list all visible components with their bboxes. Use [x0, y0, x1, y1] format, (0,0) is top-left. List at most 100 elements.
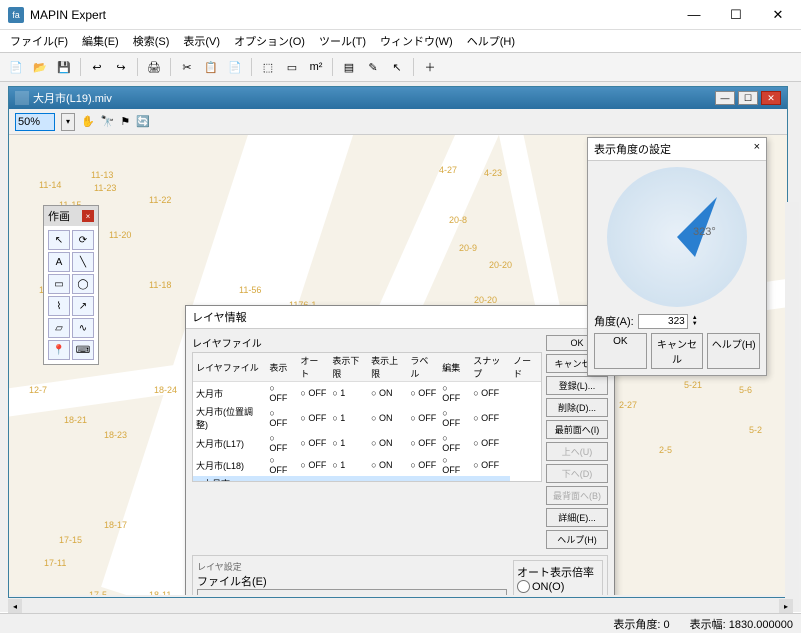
line-tool[interactable]: ╲ [72, 252, 94, 272]
keyboard-tool[interactable]: ⌨ [72, 340, 94, 360]
layer-table[interactable]: レイヤファイル表示オート表示下限表示上限ラベル編集スナップノード 大月市○ OF… [192, 352, 542, 482]
layer-info-dialog: レイヤ情報 × レイヤファイル レイヤファイル表示オート表示下限表示上限ラベル編… [185, 305, 615, 595]
menu-options[interactable]: オプション(O) [228, 30, 311, 52]
hand-icon[interactable]: ✋ [81, 115, 95, 128]
draw-panel: 作画 × ↖ ⟳ A ╲ ▭ ◯ ⌇ ↗ ▱ ∿ 📍 ⌨ [43, 205, 99, 365]
lot-label: 17-11 [44, 558, 66, 568]
lot-label: 11-18 [149, 280, 171, 290]
map-canvas[interactable]: 11-1411-1311-2311-1511-1911-2011-1011-12… [9, 135, 787, 595]
layer-dialog-button[interactable]: 詳細(E)... [546, 508, 608, 527]
layer-row[interactable]: 大月市(L17)○ OFF○ OFF○ 1○ ON○ OFF○ OFF○ OFF [193, 432, 541, 454]
open-icon[interactable]: 📂 [30, 57, 50, 77]
workspace-vscroll[interactable] [785, 202, 799, 612]
main-toolbar: 📄 📂 💾 ↩ ↪ 🖨 ✂ 📋 📄 ⬚ ▭ m² ▤ ✎ ↖ ＋ [0, 52, 801, 82]
angle-spin-down[interactable]: ▼ [692, 321, 698, 327]
menu-edit[interactable]: 編集(E) [76, 30, 125, 52]
curve-tool[interactable]: ∿ [72, 318, 94, 338]
map-hscroll[interactable]: ◂ ▸ [8, 599, 793, 613]
angle-ok-button[interactable]: OK [594, 333, 647, 369]
map-minimize-button[interactable]: — [715, 91, 735, 105]
lot-label: 20-20 [489, 260, 512, 270]
cut-icon[interactable]: ✂ [177, 57, 197, 77]
extent-icon[interactable]: ⬚ [258, 57, 278, 77]
pin-tool[interactable]: 📍 [48, 340, 70, 360]
layer-dialog-button[interactable]: 登録(L)... [546, 376, 608, 395]
lot-label: 11-23 [94, 183, 116, 193]
select-icon[interactable]: ▭ [282, 57, 302, 77]
compass[interactable]: 323° [607, 167, 747, 307]
arrow-tool[interactable]: ↗ [72, 296, 94, 316]
layer-dialog-button[interactable]: 最前面へ(I) [546, 420, 608, 439]
new-icon[interactable]: 📄 [6, 57, 26, 77]
layer-row[interactable]: ▸ 大月市(L19).miv○ ON○ OFF○ 1○ ON○ OFF○ OFF… [193, 476, 541, 482]
angle-help-button[interactable]: ヘルプ(H) [707, 333, 760, 369]
rotate-tool[interactable]: ⟳ [72, 230, 94, 250]
back-icon[interactable]: ↩ [87, 57, 107, 77]
pointer-tool[interactable]: ↖ [48, 230, 70, 250]
scroll-right-icon[interactable]: ▸ [779, 599, 793, 613]
layer-dialog-button[interactable]: 最背面へ(B) [546, 486, 608, 505]
angle-cancel-button[interactable]: キャンセル [651, 333, 704, 369]
lot-label: 17-15 [59, 535, 82, 545]
paste-icon[interactable]: 📄 [225, 57, 245, 77]
lot-label: 5-2 [749, 425, 762, 435]
polyline-tool[interactable]: ⌇ [48, 296, 70, 316]
layer-settings-label: レイヤ設定 [197, 560, 507, 573]
rect-tool[interactable]: ▭ [48, 274, 70, 294]
workspace: 大月市(L19).miv — ☐ ✕ ▾ ✋ 🔭 ⚑ 🔄 11-1411-131… [0, 82, 801, 612]
pointer-icon[interactable]: ↖ [387, 57, 407, 77]
maximize-button[interactable]: ☐ [721, 4, 751, 26]
save-icon[interactable]: 💾 [54, 57, 74, 77]
layer-row[interactable]: 大月市(L18)○ OFF○ OFF○ 1○ ON○ OFF○ OFF○ OFF [193, 454, 541, 476]
compass-angle-text: 323° [693, 226, 716, 238]
zoom-dropdown[interactable]: ▾ [61, 113, 75, 131]
menu-tools[interactable]: ツール(T) [313, 30, 372, 52]
forward-icon[interactable]: ↪ [111, 57, 131, 77]
angle-input[interactable] [638, 314, 688, 329]
lot-label: 11-22 [149, 195, 171, 205]
binoculars-icon[interactable]: 🔭 [101, 115, 115, 128]
lot-label: 2-27 [619, 400, 637, 410]
menu-window[interactable]: ウィンドウ(W) [374, 30, 459, 52]
auto-on-radio[interactable] [517, 580, 530, 593]
layer-dialog-button[interactable]: 上へ(U) [546, 442, 608, 461]
layers-icon[interactable]: ▤ [339, 57, 359, 77]
zoom-input[interactable] [15, 113, 55, 131]
print-icon[interactable]: 🖨 [144, 57, 164, 77]
ellipse-tool[interactable]: ◯ [72, 274, 94, 294]
map-maximize-button[interactable]: ☐ [738, 91, 758, 105]
refresh-icon[interactable]: 🔄 [136, 115, 150, 128]
lot-label: 12-7 [29, 385, 47, 395]
lot-label: 18-23 [104, 430, 127, 440]
copy-icon[interactable]: 📋 [201, 57, 221, 77]
flag-icon[interactable]: ⚑ [120, 115, 130, 128]
layer-dialog-button[interactable]: 削除(D)... [546, 398, 608, 417]
map-window-title: 大月市(L19).miv [33, 90, 715, 106]
map-close-button[interactable]: ✕ [761, 91, 781, 105]
statusbar: 表示角度: 0 表示幅: 1830.000000 [0, 613, 801, 633]
lot-label: 2-5 [659, 445, 672, 455]
draw-panel-title: 作画 × [44, 206, 98, 226]
menu-help[interactable]: ヘルプ(H) [461, 30, 521, 52]
draw-panel-label: 作画 [48, 208, 70, 224]
lot-label: 18-17 [104, 520, 127, 530]
draw-panel-close[interactable]: × [82, 210, 94, 222]
layer-row[interactable]: 大月市○ OFF○ OFF○ 1○ ON○ OFF○ OFF○ OFF [193, 382, 541, 405]
document-icon [15, 91, 29, 105]
file-field-input[interactable] [197, 589, 507, 595]
text-tool[interactable]: A [48, 252, 70, 272]
layer-dialog-button[interactable]: ヘルプ(H) [546, 530, 608, 549]
angle-dialog-close[interactable]: × [754, 141, 760, 157]
menu-file[interactable]: ファイル(F) [4, 30, 74, 52]
layer-row[interactable]: 大月市(位置調整)○ OFF○ OFF○ 1○ ON○ OFF○ OFF○ OF… [193, 404, 541, 432]
polygon-tool[interactable]: ▱ [48, 318, 70, 338]
scroll-left-icon[interactable]: ◂ [8, 599, 22, 613]
minimize-button[interactable]: — [679, 4, 709, 26]
menu-search[interactable]: 検索(S) [127, 30, 176, 52]
edit-icon[interactable]: ✎ [363, 57, 383, 77]
close-button[interactable]: ✕ [763, 4, 793, 26]
layer-dialog-button[interactable]: 下へ(D) [546, 464, 608, 483]
add-icon[interactable]: ＋ [420, 57, 440, 77]
menu-view[interactable]: 表示(V) [177, 30, 226, 52]
measure-icon[interactable]: m² [306, 57, 326, 77]
